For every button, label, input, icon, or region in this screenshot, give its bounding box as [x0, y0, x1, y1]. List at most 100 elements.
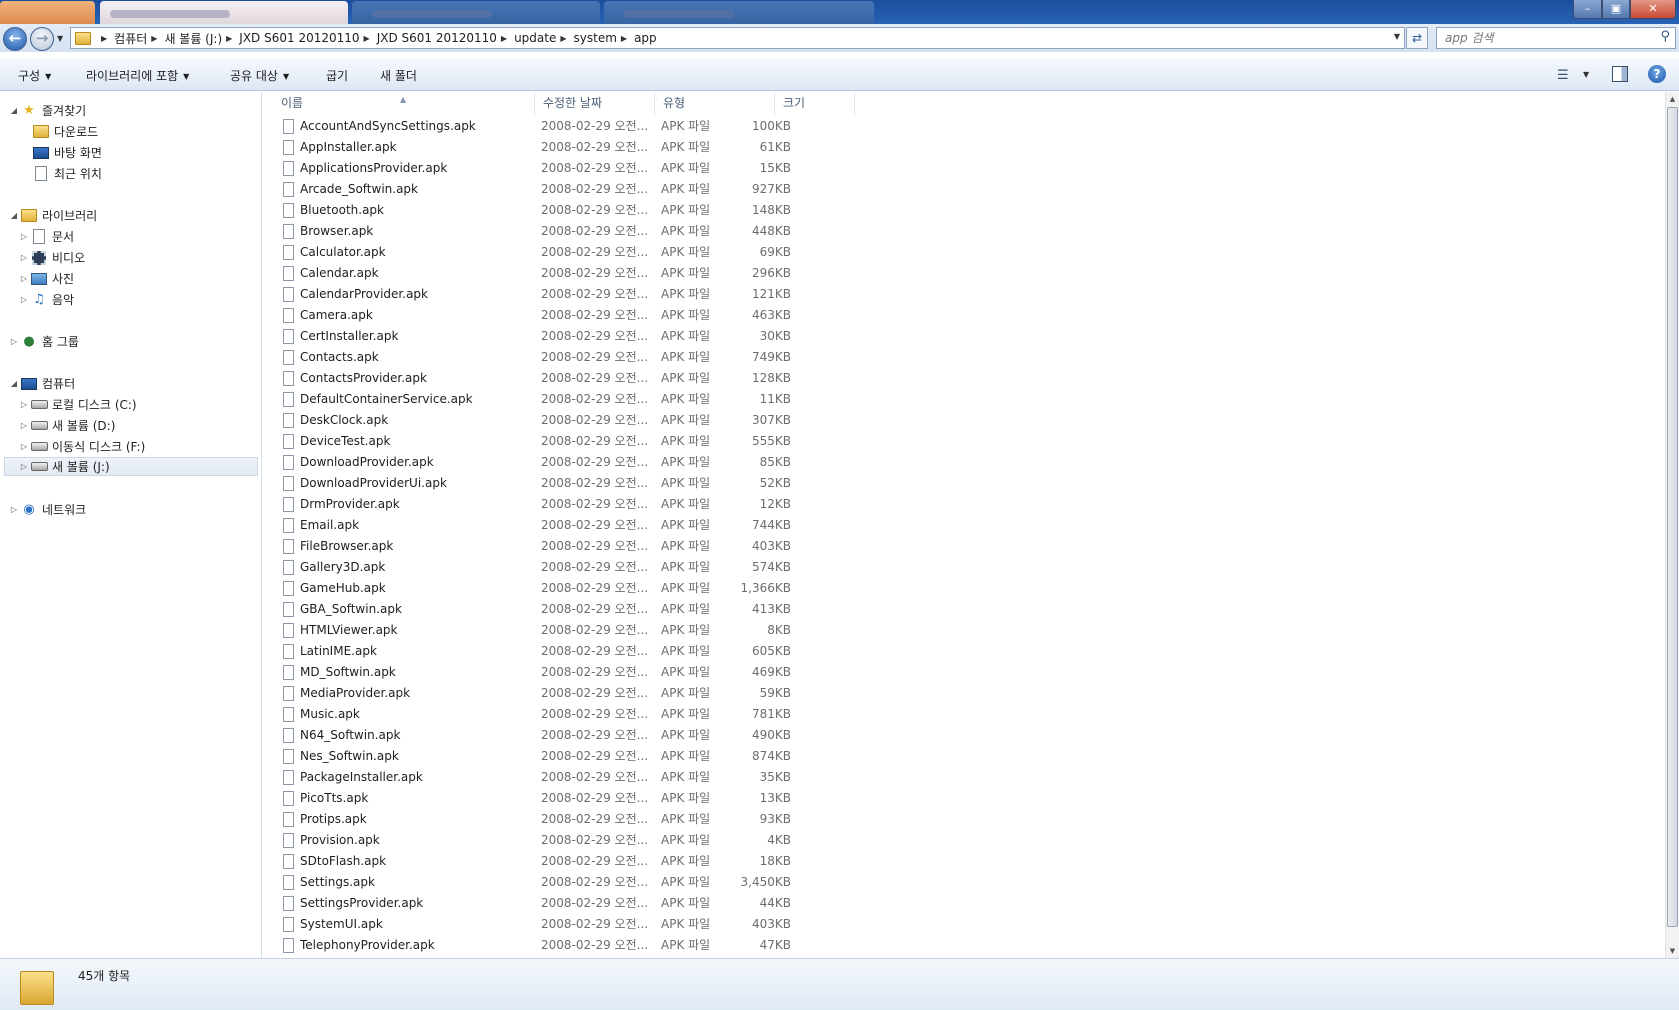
table-row[interactable]: Email.apk 2008-02-29 오전... APK 파일 744KB — [263, 515, 823, 536]
chevron-right-icon[interactable]: ▶ — [226, 34, 232, 43]
file-name-cell[interactable]: TelephonyProvider.apk — [283, 935, 435, 956]
table-row[interactable]: Protips.apk 2008-02-29 오전... APK 파일 93KB — [263, 809, 823, 830]
help-icon[interactable]: ? — [1648, 65, 1666, 83]
file-name-cell[interactable]: AccountAndSyncSettings.apk — [283, 116, 476, 137]
table-row[interactable]: Gallery3D.apk 2008-02-29 오전... APK 파일 574KB — [263, 557, 823, 578]
minimize-button[interactable]: – — [1573, 0, 1602, 19]
file-name-cell[interactable]: Arcade_Softwin.apk — [283, 179, 418, 200]
table-row[interactable]: DeskClock.apk 2008-02-29 오전... APK 파일 307KB — [263, 410, 823, 431]
back-arrow-icon[interactable]: ← — [3, 27, 27, 51]
file-name-cell[interactable]: Calendar.apk — [283, 263, 379, 284]
file-name-cell[interactable]: DeviceTest.apk — [283, 431, 390, 452]
file-name-cell[interactable]: FileBrowser.apk — [283, 536, 393, 557]
expanded-arrow-icon[interactable]: ◢ — [8, 211, 20, 220]
file-name-cell[interactable]: Email.apk — [283, 515, 359, 536]
organize-button[interactable]: 구성 ▼ — [18, 67, 51, 84]
table-row[interactable]: DownloadProviderUi.apk 2008-02-29 오전... AP… — [263, 473, 823, 494]
breadcrumb-update[interactable]: update — [514, 31, 556, 45]
file-name-cell[interactable]: CalendarProvider.apk — [283, 284, 428, 305]
vertical-scrollbar[interactable]: ▲ ▼ — [1665, 92, 1679, 958]
breadcrumb-jxd-1[interactable]: JXD S601 20120110 — [239, 31, 359, 45]
file-name-cell[interactable]: Settings.apk — [283, 872, 375, 893]
collapsed-arrow-icon[interactable]: ▷ — [18, 421, 30, 430]
nav-drive-f[interactable]: ▷ 이동식 디스크 (F:) — [18, 437, 145, 456]
table-row[interactable]: DefaultContainerService.apk 2008-02-29 오전… — [263, 389, 823, 410]
nav-music[interactable]: ▷ ♫ 음악 — [18, 290, 74, 309]
table-row[interactable]: MD_Softwin.apk 2008-02-29 오전... APK 파일 469K… — [263, 662, 823, 683]
burn-button[interactable]: 굽기 — [326, 67, 348, 84]
file-name-cell[interactable]: Music.apk — [283, 704, 360, 725]
table-row[interactable]: MediaProvider.apk 2008-02-29 오전... APK 파일 5… — [263, 683, 823, 704]
table-row[interactable]: Contacts.apk 2008-02-29 오전... APK 파일 749KB — [263, 347, 823, 368]
nav-computer[interactable]: ◢ 컴퓨터 — [8, 374, 75, 393]
table-row[interactable]: Calendar.apk 2008-02-29 오전... APK 파일 296KB — [263, 263, 823, 284]
table-row[interactable]: SystemUI.apk 2008-02-29 오전... APK 파일 403KB — [263, 914, 823, 935]
chevron-right-icon[interactable]: ▶ — [101, 34, 107, 43]
collapsed-arrow-icon[interactable]: ▷ — [18, 232, 30, 241]
file-name-cell[interactable]: SDtoFlash.apk — [283, 851, 386, 872]
nav-desktop[interactable]: 바탕 화면 — [20, 143, 102, 162]
refresh-icon[interactable]: ⇄ — [1406, 27, 1428, 49]
nav-videos[interactable]: ▷ 비디오 — [18, 248, 85, 267]
forward-arrow-icon[interactable]: → — [30, 27, 54, 51]
address-bar[interactable]: ▶ 컴퓨터 ▶ 새 볼륨 (J:) ▶ JXD S601 20120110 ▶ … — [70, 27, 1405, 49]
maximize-button[interactable]: ▣ — [1602, 0, 1630, 19]
file-name-cell[interactable]: ApplicationsProvider.apk — [283, 158, 447, 179]
file-name-cell[interactable]: Protips.apk — [283, 809, 367, 830]
view-dropdown[interactable]: ▼ — [1583, 70, 1589, 79]
file-name-cell[interactable]: Nes_Softwin.apk — [283, 746, 399, 767]
table-row[interactable]: Provision.apk 2008-02-29 오전... APK 파일 4KB — [263, 830, 823, 851]
table-row[interactable]: AccountAndSyncSettings.apk 2008-02-29 오전.… — [263, 116, 823, 137]
table-row[interactable]: SDtoFlash.apk 2008-02-29 오전... APK 파일 18KB — [263, 851, 823, 872]
table-row[interactable]: PackageInstaller.apk 2008-02-29 오전... APK … — [263, 767, 823, 788]
file-name-cell[interactable]: MD_Softwin.apk — [283, 662, 396, 683]
file-name-cell[interactable]: Calculator.apk — [283, 242, 386, 263]
table-row[interactable]: Settings.apk 2008-02-29 오전... APK 파일 3,450K… — [263, 872, 823, 893]
file-name-cell[interactable]: DownloadProviderUi.apk — [283, 473, 447, 494]
address-history-dropdown[interactable]: ▼ — [1394, 32, 1400, 41]
collapsed-arrow-icon[interactable]: ▷ — [18, 253, 30, 262]
file-name-cell[interactable]: Browser.apk — [283, 221, 373, 242]
file-name-cell[interactable]: CertInstaller.apk — [283, 326, 398, 347]
collapsed-arrow-icon[interactable]: ▷ — [18, 462, 30, 471]
search-input[interactable] — [1437, 28, 1642, 48]
table-row[interactable]: TelephonyProvider.apk 2008-02-29 오전... APK… — [263, 935, 823, 956]
file-name-cell[interactable]: ContactsProvider.apk — [283, 368, 427, 389]
new-folder-button[interactable]: 새 폴더 — [380, 67, 417, 84]
chevron-right-icon[interactable]: ▶ — [364, 34, 370, 43]
table-row[interactable]: CalendarProvider.apk 2008-02-29 오전... APK … — [263, 284, 823, 305]
file-name-cell[interactable]: DeskClock.apk — [283, 410, 388, 431]
table-row[interactable]: Nes_Softwin.apk 2008-02-29 오전... APK 파일 874… — [263, 746, 823, 767]
file-name-cell[interactable]: MediaProvider.apk — [283, 683, 410, 704]
expanded-arrow-icon[interactable]: ◢ — [8, 379, 20, 388]
file-name-cell[interactable]: AppInstaller.apk — [283, 137, 397, 158]
search-icon[interactable]: ⚲ — [1660, 29, 1670, 44]
nav-documents[interactable]: ▷ 문서 — [18, 227, 74, 246]
chevron-right-icon[interactable]: ▶ — [560, 34, 566, 43]
column-header-type[interactable]: 유형 — [655, 92, 775, 116]
table-row[interactable]: GameHub.apk 2008-02-29 오전... APK 파일 1,366KB — [263, 578, 823, 599]
table-row[interactable]: N64_Softwin.apk 2008-02-29 오전... APK 파일 490… — [263, 725, 823, 746]
table-row[interactable]: LatinIME.apk 2008-02-29 오전... APK 파일 605KB — [263, 641, 823, 662]
column-header-modified[interactable]: 수정한 날짜 — [535, 92, 655, 116]
nav-network[interactable]: ▷ ◉ 네트워크 — [8, 500, 86, 519]
file-name-cell[interactable]: DrmProvider.apk — [283, 494, 400, 515]
column-header-name[interactable]: ▲ 이름 — [263, 92, 535, 116]
table-row[interactable]: AppInstaller.apk 2008-02-29 오전... APK 파일 61… — [263, 137, 823, 158]
file-name-cell[interactable]: HTMLViewer.apk — [283, 620, 398, 641]
nav-drive-d[interactable]: ▷ 새 볼륨 (D:) — [18, 416, 115, 435]
chevron-right-icon[interactable]: ▶ — [151, 34, 157, 43]
file-name-cell[interactable]: LatinIME.apk — [283, 641, 377, 662]
file-name-cell[interactable]: SystemUI.apk — [283, 914, 383, 935]
table-row[interactable]: PicoTts.apk 2008-02-29 오전... APK 파일 13KB — [263, 788, 823, 809]
chevron-right-icon[interactable]: ▶ — [501, 34, 507, 43]
collapsed-arrow-icon[interactable]: ▷ — [18, 274, 30, 283]
nav-favorites[interactable]: ◢ ★ 즐겨찾기 — [8, 101, 86, 120]
nav-libraries[interactable]: ◢ 라이브러리 — [8, 206, 97, 225]
nav-homegroup[interactable]: ▷ ● 홈 그룹 — [8, 332, 79, 351]
file-name-cell[interactable]: Bluetooth.apk — [283, 200, 384, 221]
table-row[interactable]: GBA_Softwin.apk 2008-02-29 오전... APK 파일 413… — [263, 599, 823, 620]
recent-pages-dropdown[interactable]: ▼ — [57, 34, 63, 43]
include-in-library-button[interactable]: 라이브러리에 포함 ▼ — [86, 67, 189, 84]
breadcrumb-computer[interactable]: 컴퓨터 — [114, 30, 147, 47]
